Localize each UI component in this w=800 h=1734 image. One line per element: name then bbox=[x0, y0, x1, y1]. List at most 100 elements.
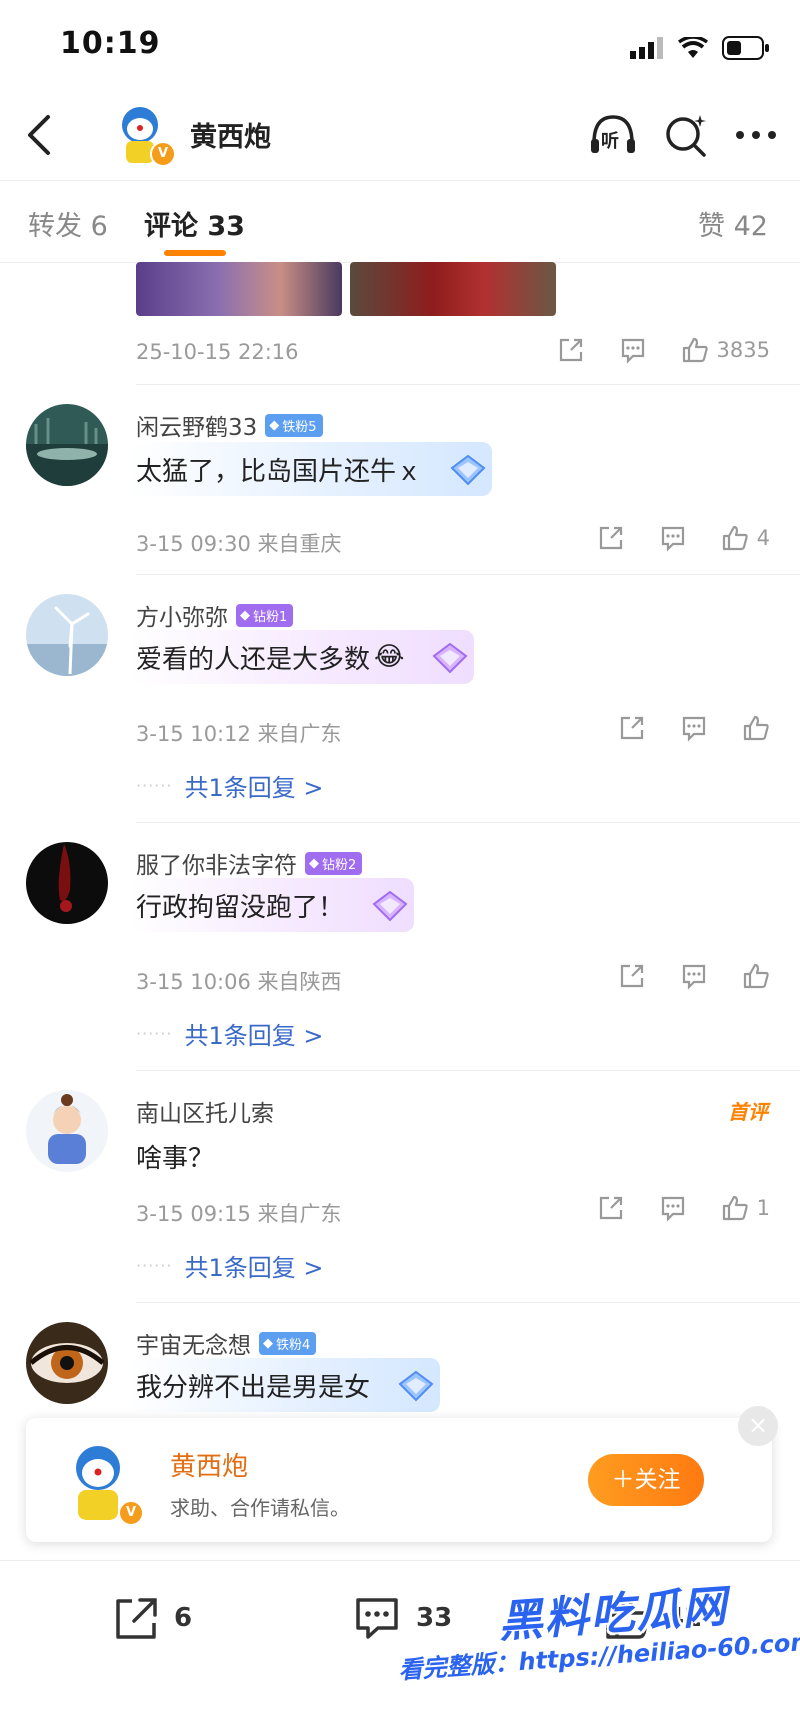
thumbs-up-icon bbox=[743, 715, 769, 741]
reply-dots: ······ bbox=[136, 1256, 173, 1275]
share-icon bbox=[559, 338, 582, 362]
fan-badge: ◆ 钻粉1 bbox=[236, 603, 294, 627]
commenter-name[interactable]: 南山区托儿索 bbox=[136, 1094, 274, 1128]
gem-icon bbox=[450, 454, 486, 486]
comment-icon bbox=[661, 1196, 684, 1222]
view-replies-link[interactable]: ······ 共1条回复 > bbox=[136, 1016, 324, 1051]
commenter-avatar[interactable] bbox=[26, 594, 108, 676]
share-button[interactable] bbox=[618, 962, 646, 990]
commenter-name[interactable]: 方小弥弥 ◆ 钻粉1 bbox=[136, 598, 294, 632]
share-icon bbox=[599, 1196, 622, 1220]
tab-likes[interactable]: 赞 42 bbox=[698, 204, 768, 243]
repost-button[interactable]: 6 bbox=[112, 1595, 192, 1641]
comment-text: 爱看的人还是大多数 bbox=[136, 644, 371, 675]
fan-badge: ◆ 铁粉5 bbox=[265, 413, 323, 437]
comment-icon bbox=[661, 526, 684, 552]
card-description: 求助、合作请私信。 bbox=[170, 1496, 350, 1520]
page-title: 黄西炮 bbox=[190, 122, 271, 153]
comment-count: 33 bbox=[416, 1603, 453, 1633]
share-button[interactable] bbox=[597, 1194, 625, 1222]
listen-label: 听 bbox=[601, 131, 619, 152]
gem-icon bbox=[432, 642, 468, 674]
fan-badge: ◆ 铁粉4 bbox=[259, 1331, 317, 1355]
reply-button[interactable] bbox=[659, 1194, 687, 1222]
diamond-icon: ◆ bbox=[263, 1335, 273, 1351]
comment-icon bbox=[682, 964, 706, 990]
nav-bar: V 黄西炮 听 bbox=[0, 95, 800, 181]
first-comment-badge: 首评 bbox=[728, 1100, 768, 1124]
share-button[interactable] bbox=[618, 714, 646, 742]
share-icon bbox=[599, 526, 622, 550]
commenter-avatar[interactable] bbox=[26, 842, 108, 924]
comment-actions bbox=[618, 962, 770, 990]
reply-button[interactable] bbox=[619, 336, 647, 364]
comment-text: 行政拘留没跑了！ bbox=[136, 892, 345, 923]
repost-count: 6 bbox=[174, 1603, 193, 1633]
like-count: 1 bbox=[756, 1196, 770, 1220]
like-button[interactable] bbox=[742, 962, 770, 990]
comment-bubble: 行政拘留没跑了！ bbox=[128, 878, 415, 932]
comment-actions: 4 bbox=[597, 524, 770, 552]
listen-button[interactable]: 听 bbox=[588, 113, 638, 157]
diamond-icon: ◆ bbox=[240, 607, 250, 623]
more-icon[interactable] bbox=[734, 113, 778, 157]
view-replies-link[interactable]: ······ 共1条回复 > bbox=[136, 1248, 324, 1283]
reply-button[interactable] bbox=[680, 714, 708, 742]
comment-actions bbox=[618, 714, 770, 742]
thumbs-up-icon bbox=[682, 337, 708, 363]
comment-image[interactable] bbox=[136, 262, 342, 316]
commenter-name[interactable]: 宇宙无念想 ◆ 铁粉4 bbox=[136, 1326, 317, 1360]
like-count: 4 bbox=[756, 526, 770, 550]
divider bbox=[136, 574, 800, 575]
view-replies-link[interactable]: ······ 共1条回复 > bbox=[136, 768, 324, 803]
reply-button[interactable] bbox=[659, 524, 687, 552]
comment-image[interactable] bbox=[350, 262, 556, 316]
like-button[interactable]: 1 bbox=[721, 1194, 770, 1222]
like-button[interactable] bbox=[742, 714, 770, 742]
divider bbox=[136, 384, 800, 385]
follow-button[interactable]: ＋关注 bbox=[588, 1454, 704, 1506]
comment-actions: 3835 bbox=[557, 336, 770, 364]
commenter-name[interactable]: 服了你非法字符 ◆ 钻粉2 bbox=[136, 846, 363, 880]
comment-text: 我分辨不出是男是女 bbox=[136, 1372, 371, 1403]
comment-icon bbox=[682, 716, 706, 742]
commenter-name[interactable]: 闲云野鹤33 ◆ 铁粉5 bbox=[136, 408, 323, 442]
verified-badge-icon: V bbox=[150, 141, 176, 167]
share-button[interactable] bbox=[557, 336, 585, 364]
status-icons bbox=[630, 36, 770, 60]
commenter-avatar[interactable] bbox=[26, 1322, 108, 1404]
close-icon[interactable]: × bbox=[738, 1406, 778, 1446]
comment-button[interactable]: 33 bbox=[352, 1595, 452, 1641]
battery-icon bbox=[722, 36, 769, 60]
share-icon bbox=[116, 1598, 157, 1639]
comment-meta: 3-15 10:06 来自陕西 bbox=[136, 970, 342, 994]
back-icon[interactable] bbox=[20, 113, 60, 157]
comment-icon bbox=[621, 338, 644, 364]
tab-reposts[interactable]: 转发 6 bbox=[28, 204, 108, 243]
comment-meta: 3-15 09:30 来自重庆 bbox=[136, 532, 342, 556]
tab-comments[interactable]: 评论 33 bbox=[144, 204, 245, 243]
share-icon bbox=[620, 964, 644, 988]
comment-bubble: 我分辨不出是男是女 bbox=[128, 1358, 441, 1412]
fan-badge: ◆ 钻粉2 bbox=[305, 851, 363, 875]
divider bbox=[136, 822, 800, 823]
status-time: 10:19 bbox=[60, 26, 161, 61]
reply-button[interactable] bbox=[680, 962, 708, 990]
comment-meta: 3-15 09:15 来自广东 bbox=[136, 1202, 342, 1226]
comment-text: 太猛了，比岛国片还牛ｘ bbox=[136, 456, 423, 487]
comment-actions: 1 bbox=[597, 1194, 770, 1222]
tab-bar: 转发 6 评论 33 赞 42 bbox=[0, 180, 800, 263]
like-button[interactable]: 3835 bbox=[681, 336, 770, 364]
commenter-avatar[interactable] bbox=[26, 404, 108, 486]
search-icon[interactable] bbox=[664, 113, 708, 157]
comment-meta: 3-15 10:12 来自广东 bbox=[136, 722, 342, 746]
signal-icon bbox=[630, 37, 663, 59]
comment-icon bbox=[356, 1598, 398, 1639]
share-button[interactable] bbox=[597, 524, 625, 552]
wifi-icon bbox=[678, 37, 708, 58]
comment-text: 啥事？ bbox=[136, 1144, 215, 1174]
card-name[interactable]: 黄西炮 bbox=[170, 1446, 248, 1483]
thumbs-up-icon bbox=[743, 963, 769, 989]
like-button[interactable]: 4 bbox=[721, 524, 770, 552]
commenter-avatar[interactable] bbox=[26, 1090, 108, 1172]
